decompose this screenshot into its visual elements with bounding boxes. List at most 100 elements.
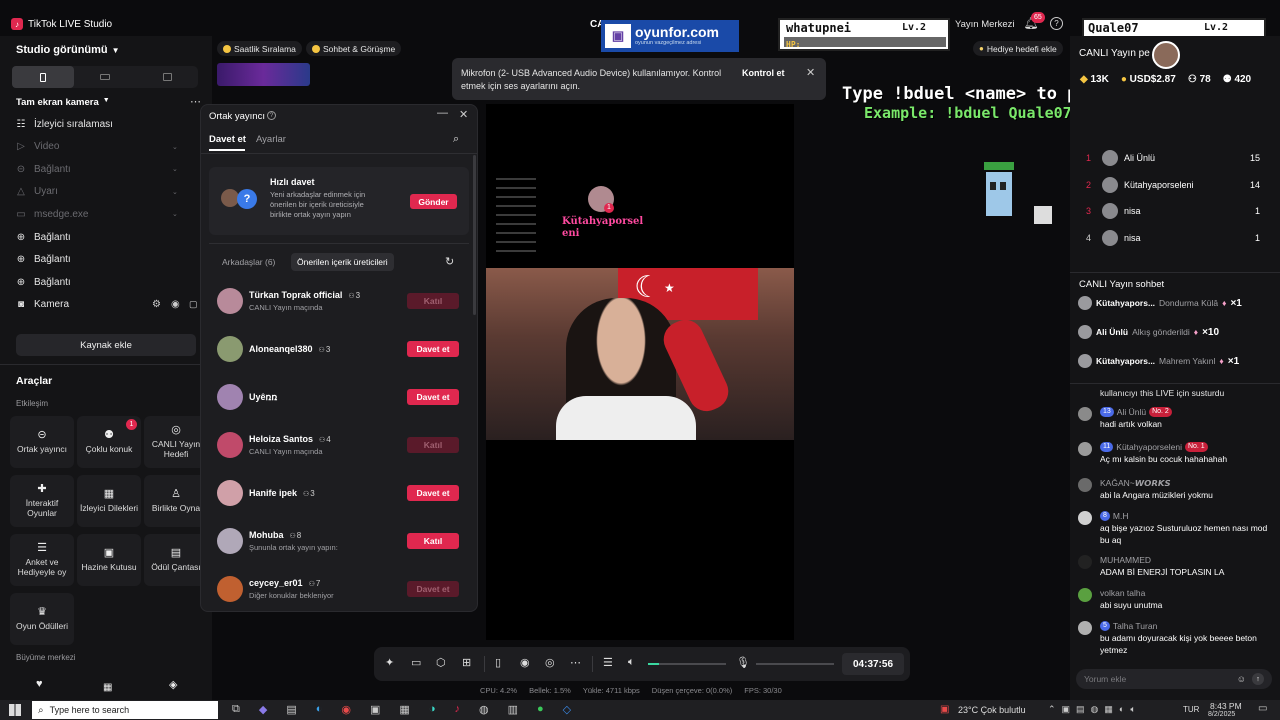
source-item[interactable]: ◙ Kamera ⚙ ◉ ▢ — [16, 295, 198, 315]
studio-view-dropdown[interactable]: Studio görünümü ▼ — [16, 44, 120, 56]
invite-button[interactable]: Davet et — [407, 485, 459, 501]
chat-message[interactable]: 11 Kütahyaporseleni No. 1 Aç mı kalsin bu c… — [1078, 441, 1268, 465]
promo-banner[interactable] — [217, 63, 310, 86]
check-button[interactable]: Kontrol et — [742, 68, 785, 78]
help-icon[interactable]: ? — [1050, 17, 1063, 30]
chat-message[interactable]: volkan talha abi suyu unutma — [1078, 587, 1268, 611]
store-icon[interactable]: ▤ — [286, 703, 296, 716]
close-icon[interactable]: ✕ — [459, 108, 468, 121]
spotify-icon[interactable]: ● — [537, 703, 544, 716]
tool-link[interactable]: ⊝ Ortak yayıncı — [10, 416, 74, 468]
source-item[interactable]: ⊝ Bağlantı ⌄ — [16, 159, 178, 179]
mail-icon[interactable]: ▣ — [370, 703, 380, 716]
language-indicator[interactable]: TUR — [1183, 705, 1199, 714]
invite-button[interactable]: Katıl — [407, 533, 459, 549]
ranking-row[interactable]: 4 nisa 1 — [1086, 227, 1260, 249]
microphone-icon[interactable]: 🎙︎ — [736, 656, 750, 669]
tab-friends[interactable]: Arkadaşlar (6) — [222, 257, 275, 267]
ranking-row[interactable]: 3 nisa 1 — [1086, 200, 1260, 222]
magic-icon[interactable]: ✦ — [385, 656, 394, 669]
speaker-icon[interactable]: 🔈︎ — [628, 656, 635, 669]
hourly-ranking-chip[interactable]: Saatlik Sıralama — [217, 41, 302, 56]
source-item[interactable]: △ Uyarı ⌄ — [16, 182, 178, 202]
chat-message[interactable]: 13 Ali Ünlü No. 2 hadi artık volkan — [1078, 406, 1268, 430]
comment-input[interactable]: Yorum ekle ☺ ↑ — [1076, 669, 1272, 689]
refresh-icon[interactable]: ↻ — [445, 255, 454, 268]
portrait-button[interactable] — [12, 66, 74, 88]
windows-start-icon[interactable] — [9, 704, 21, 716]
weather-text[interactable]: 23°C Çok bulutlu — [958, 705, 1026, 715]
capture-icon[interactable]: ◎ — [545, 656, 555, 669]
scrollbar[interactable] — [473, 155, 476, 315]
record-icon[interactable]: ◉ — [520, 656, 530, 669]
tool-gamepad[interactable]: ✚ İnteraktif Oyunlar — [10, 475, 74, 527]
gear-icon[interactable]: ⚙ — [152, 299, 161, 310]
chat-chip[interactable]: Sohbet & Görüşme — [306, 41, 402, 56]
tool-target[interactable]: ◎ CANLI Yayın Hedefi — [144, 416, 208, 468]
tiktok-taskbar-icon[interactable]: ♪ — [454, 703, 460, 716]
app-icon[interactable]: ◉ — [341, 703, 351, 716]
yayin-merkezi-link[interactable]: Yayın Merkezi — [955, 19, 1014, 30]
phone-icon[interactable]: ▯ — [495, 656, 501, 669]
screen-share-icon[interactable]: ▭ — [411, 656, 421, 669]
tool-treasure[interactable]: ▣ Hazine Kutusu — [77, 534, 141, 586]
search-icon[interactable]: ⌕ — [453, 133, 459, 146]
tool-bag[interactable]: ▤ Ödül Çantası — [144, 534, 208, 586]
close-icon[interactable]: ✕ — [806, 66, 815, 79]
dual-button[interactable] — [136, 66, 198, 88]
tool-users[interactable]: ⚉ Çoklu konuk 1 — [77, 416, 141, 468]
chat-message[interactable]: 8 M.H aq bişe yazıoz Susturuluoz hemen nas… — [1078, 510, 1268, 546]
notification-icon[interactable]: ▭ — [1258, 703, 1267, 714]
more-icon[interactable]: ⋯ — [570, 656, 581, 669]
tab-settings[interactable]: Ayarlar — [256, 134, 286, 145]
tab-invite[interactable]: Davet et — [209, 134, 246, 145]
clock-date[interactable]: 8/2/2025 — [1208, 711, 1235, 718]
tool-poll[interactable]: ☰ Anket ve Hediyeyle oy — [10, 534, 74, 586]
add-scene-icon[interactable]: ⊞ — [462, 656, 471, 669]
vscode-icon[interactable]: ◇ — [563, 703, 571, 716]
tray-icons[interactable]: ⌃▣▤◍▦◐🔈︎ — [1048, 704, 1142, 715]
invite-button[interactable]: Katıl — [407, 293, 459, 309]
eye-icon[interactable]: ◉ — [171, 299, 180, 310]
chat-message[interactable]: MUHAMMED ADAM Bİ ENERJİ TOPLASIN LA — [1078, 554, 1268, 578]
gift-goal-chip[interactable]: ● Hediye hedefi ekle — [973, 41, 1063, 56]
invite-button[interactable]: Davet et — [407, 581, 459, 597]
source-item[interactable]: ⊕ Bağlantı — [16, 227, 71, 247]
add-source-button[interactable]: Kaynak ekle — [16, 334, 196, 356]
heart-tool-icon[interactable]: ♥ — [36, 678, 43, 690]
landscape-button[interactable] — [74, 66, 136, 88]
invite-button[interactable]: Davet et — [407, 341, 459, 357]
ranking-row[interactable]: 1 Ali Ünlü 15 — [1086, 147, 1260, 169]
info-icon[interactable]: ? — [267, 111, 276, 120]
source-item[interactable]: ⊕ Bağlantı — [16, 250, 71, 270]
ranking-row[interactable]: 2 Kütahyaporseleni 14 — [1086, 174, 1260, 196]
copilot-icon[interactable]: ◆ — [259, 703, 267, 716]
scene-title[interactable]: Tam ekran kamera ▼ — [16, 97, 110, 108]
emoji-icon[interactable]: ☺ — [1237, 674, 1246, 684]
edge-icon[interactable]: ◐ — [316, 703, 323, 716]
source-item[interactable]: ▷ Video ⌄ — [16, 137, 178, 157]
source-item[interactable]: ⊕ Bağlantı — [16, 272, 71, 292]
edge-active-icon[interactable]: ◑ — [429, 703, 436, 716]
ai-icon[interactable]: ⬡ — [436, 656, 446, 669]
invite-button[interactable]: Davet et — [407, 389, 459, 405]
mic-volume-slider[interactable] — [756, 663, 834, 665]
chat-message[interactable]: 5 Talha Turan bu adamı doyuracak kişi yok … — [1078, 620, 1268, 656]
invite-button[interactable]: Katıl — [407, 437, 459, 453]
files-icon[interactable]: ▥ — [508, 703, 518, 716]
taskbar-search[interactable]: ⌕ Type here to search — [32, 701, 218, 719]
settings-sliders-icon[interactable]: ☰ — [603, 656, 613, 669]
minimize-icon[interactable]: — — [437, 107, 448, 119]
source-item[interactable]: ☷ İzleyici sıralaması — [16, 114, 113, 134]
lock-icon[interactable]: ▢ — [189, 299, 198, 310]
clock-time[interactable]: 8:43 PM — [1210, 701, 1242, 711]
tool-play-together[interactable]: ♙ Birlikte Oyna — [144, 475, 208, 527]
gift-tool-icon[interactable]: ▦ — [103, 682, 112, 693]
tool-gift[interactable]: ▦ İzleyici Dilekleri — [77, 475, 141, 527]
task-view-icon[interactable]: ⧉ — [232, 703, 240, 716]
photos-icon[interactable]: ▦ — [399, 703, 409, 716]
source-item[interactable]: ▭ msedge.exe ⌄ — [16, 204, 178, 224]
more-options-icon[interactable]: ⋯ — [190, 95, 201, 108]
obs-icon[interactable]: ◍ — [479, 703, 489, 716]
diamond-tool-icon[interactable]: ◈ — [169, 678, 177, 691]
